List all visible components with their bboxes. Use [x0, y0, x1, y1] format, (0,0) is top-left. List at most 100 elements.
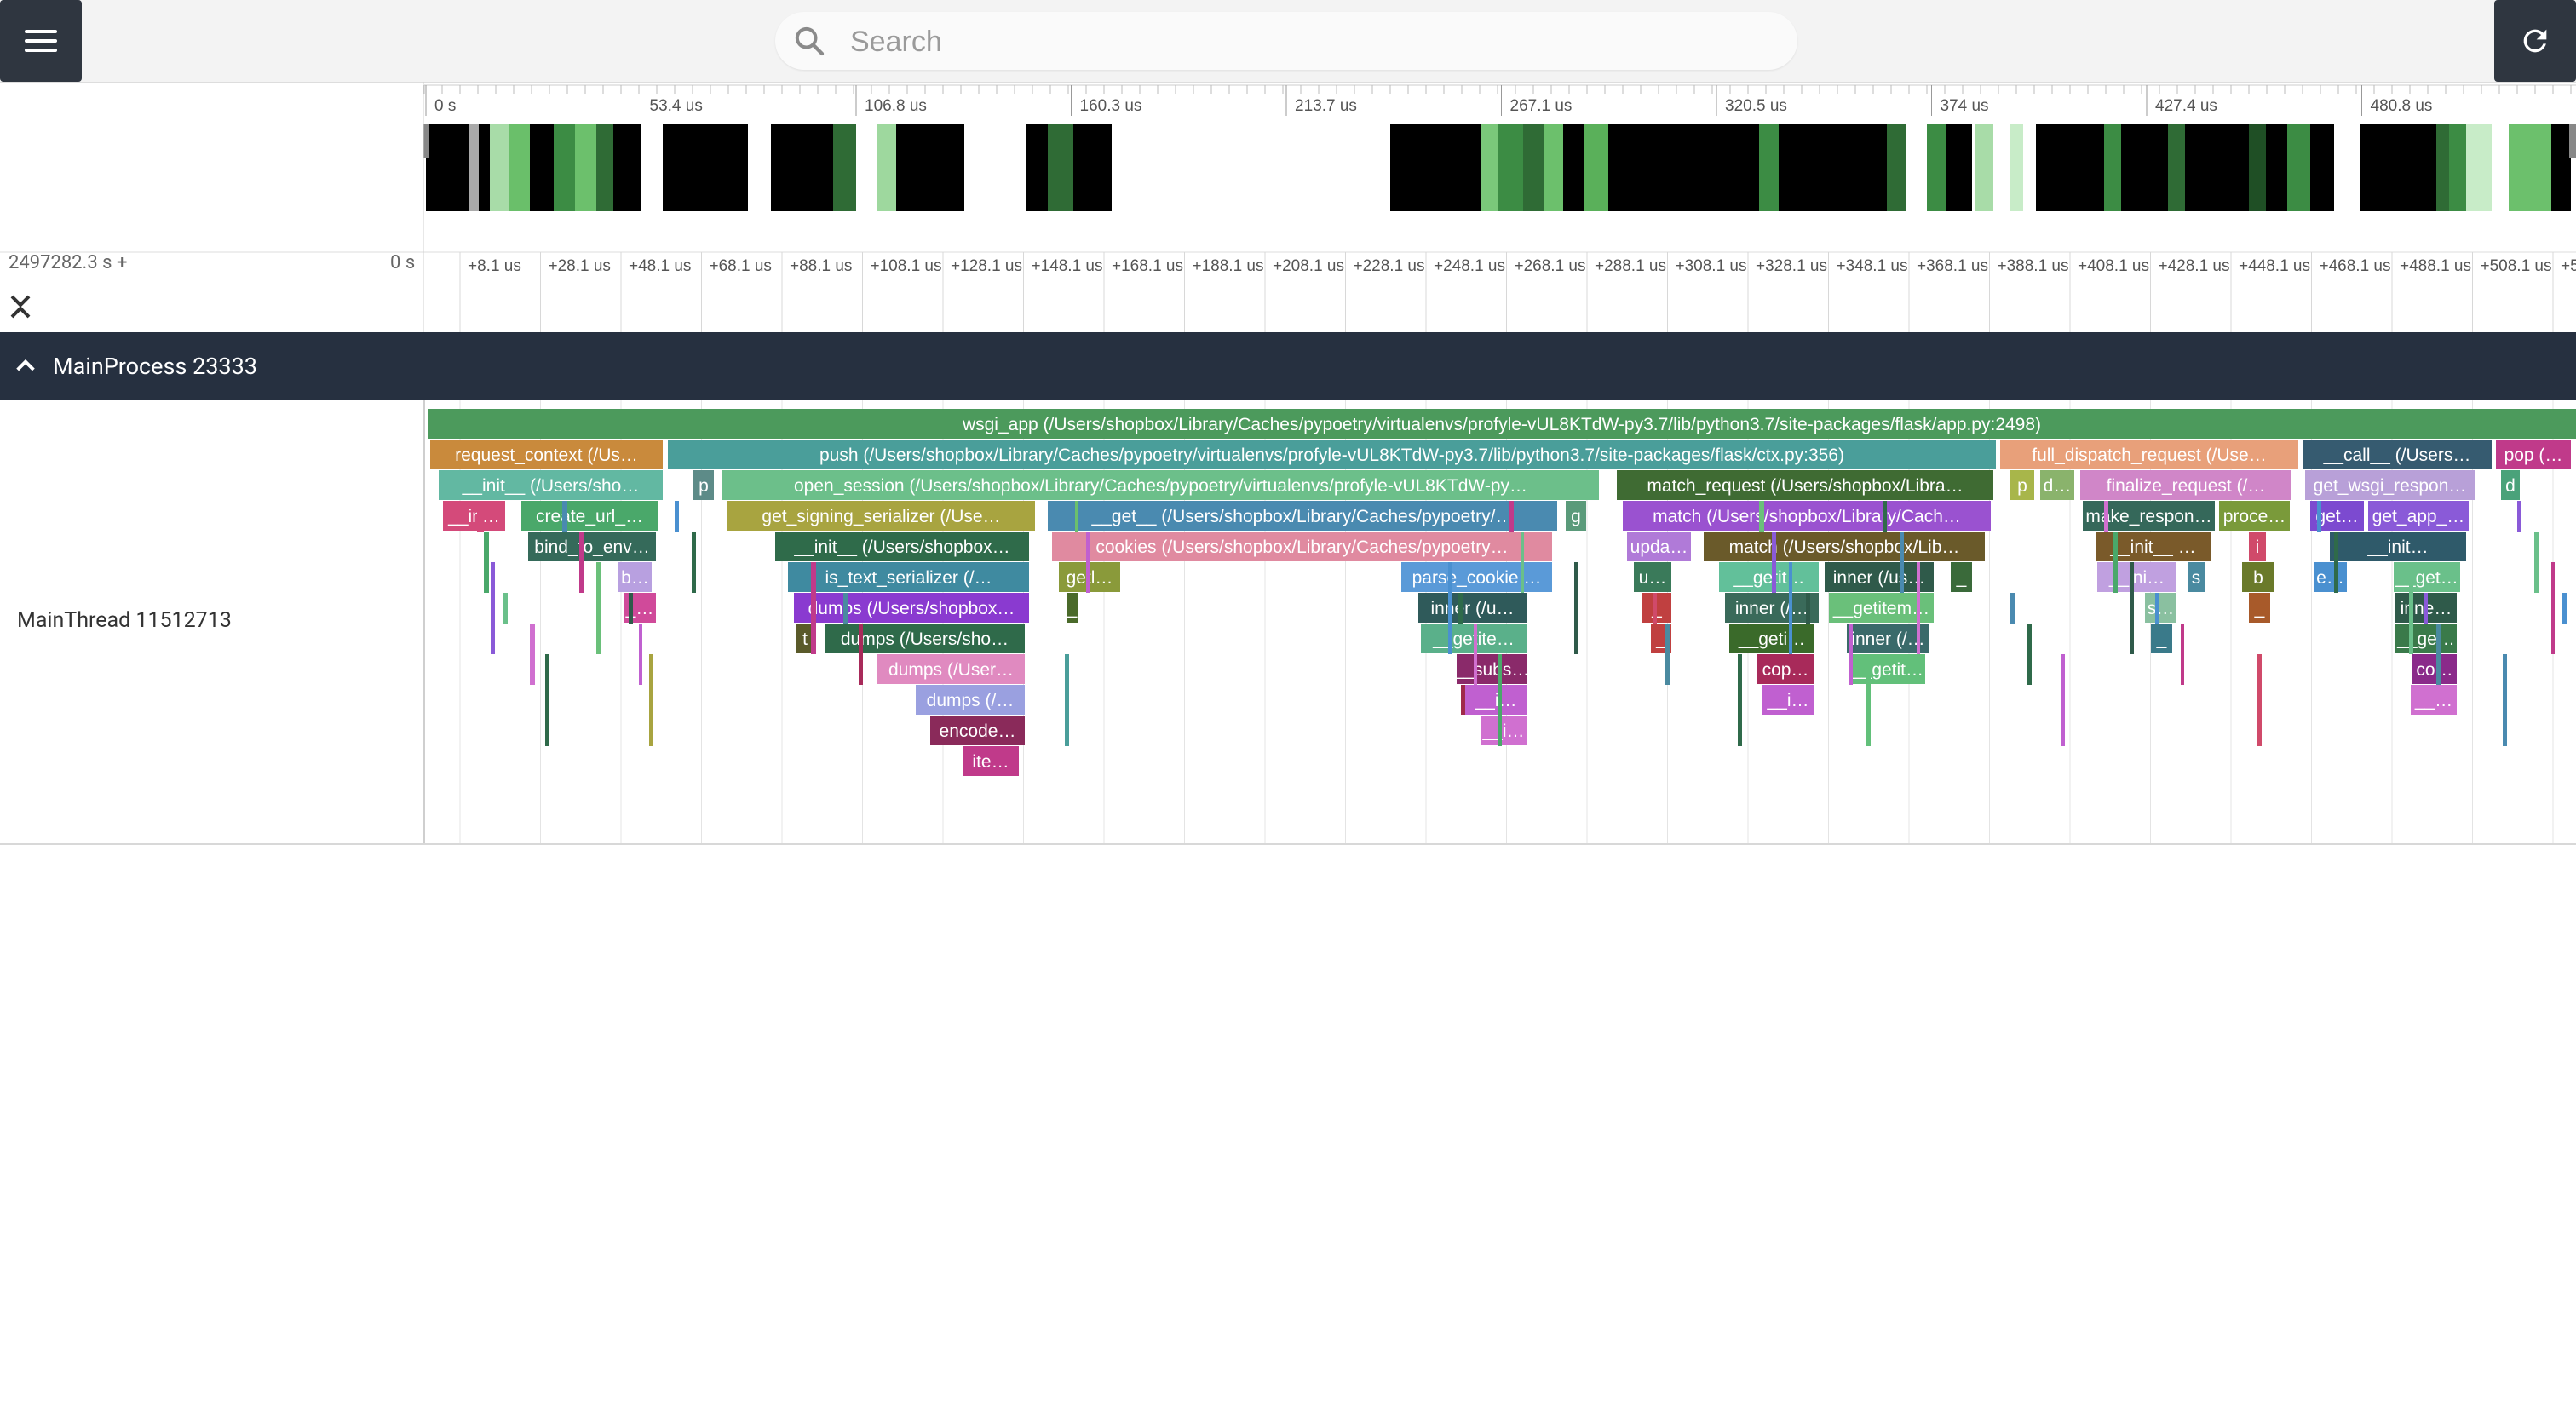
flame-frame-label: inner (/…: [1851, 629, 1924, 649]
flame-frame[interactable]: dumps (/Users/sho…: [825, 624, 1025, 653]
timeline-overview[interactable]: 0 s 53.4 us 106.8 us 160.3 us 213.7 us 267.1 …: [0, 82, 2576, 332]
flame-frame[interactable]: __call__ (/Users…: [2303, 440, 2492, 469]
flame-frame-label: dumps (/Users/shopbox…: [808, 599, 1015, 618]
flame-sliver: [530, 624, 535, 685]
activity-band: [1927, 124, 1946, 211]
flame-frame[interactable]: __in…: [443, 501, 505, 531]
flame-frame[interactable]: make_respon…: [2083, 501, 2215, 531]
refresh-icon[interactable]: [2494, 0, 2576, 82]
process-title: MainProcess 23333: [53, 353, 257, 380]
flame-sliver: [2517, 501, 2521, 532]
timeline-overview-canvas[interactable]: 0 s 53.4 us 106.8 us 160.3 us 213.7 us 267.1 …: [0, 82, 2576, 332]
flame-frame[interactable]: wsgi_app (/Users/shopbox/Library/Caches/…: [428, 409, 2576, 439]
detail-tick-label: +168.1 us: [1112, 257, 1183, 275]
flame-frame[interactable]: inner (/u…: [1418, 593, 1527, 623]
flame-frame[interactable]: b: [2242, 562, 2274, 592]
flame-frame[interactable]: dumps (/Users/shopbox…: [794, 593, 1029, 623]
search-input[interactable]: [848, 12, 1772, 72]
hamburger-menu-icon[interactable]: [0, 0, 82, 82]
activity-band: [575, 124, 596, 211]
flame-frame[interactable]: match_request (/Users/shopbox/Libra…: [1617, 470, 1993, 500]
activity-band: [877, 124, 896, 211]
flame-frame-label: _: [1067, 599, 1078, 618]
flame-sliver: [2155, 593, 2159, 624]
flame-sliver: [2113, 532, 2118, 593]
process-header[interactable]: MainProcess 23333: [0, 332, 2576, 400]
flame-frame[interactable]: encode…: [930, 716, 1025, 745]
flame-frame[interactable]: __i…: [1481, 716, 1527, 745]
flame-frame[interactable]: __getit…: [1719, 562, 1819, 592]
flame-frame[interactable]: _…: [624, 593, 656, 623]
flame-frame[interactable]: cop…: [1757, 654, 1814, 684]
flame-frame[interactable]: dumps (/…: [916, 685, 1025, 715]
flame-frame[interactable]: get_signing_serializer (/Use…: [727, 501, 1035, 531]
flame-frame[interactable]: match (/Users/shopbox/Library/Cach…: [1623, 501, 1991, 531]
flame-frame[interactable]: __geti…: [1729, 624, 1814, 653]
flame-sliver: [2562, 593, 2567, 624]
flame-frame[interactable]: u…: [1634, 562, 1671, 592]
flame-sliver: [503, 593, 508, 624]
flame-frame[interactable]: pop (…: [2496, 440, 2571, 469]
search-bar[interactable]: [775, 12, 1797, 72]
flame-frame[interactable]: __get…: [2394, 562, 2460, 592]
flame-frame[interactable]: __init__ (/Users/sho…: [439, 470, 663, 500]
flame-frame[interactable]: upda…: [1627, 532, 1691, 561]
flame-frame[interactable]: __ge…: [2395, 624, 2457, 653]
flame-frame[interactable]: __…: [2411, 685, 2457, 715]
detail-tick-label: +108.1 us: [871, 257, 942, 275]
flame-frame[interactable]: dumps (/User…: [877, 654, 1025, 684]
flame-frame-label: b…: [621, 568, 649, 588]
collapse-expand-icon[interactable]: [9, 291, 32, 322]
chevron-up-icon[interactable]: [12, 353, 39, 380]
flame-frame[interactable]: ite…: [963, 746, 1019, 776]
flame-frame[interactable]: is_text_serializer (/…: [788, 562, 1029, 592]
flame-frame[interactable]: co…: [2412, 654, 2457, 684]
flame-frame[interactable]: _: [2151, 624, 2172, 653]
flame-frame[interactable]: __subs…: [1453, 654, 1530, 684]
flame-frame-label: __getitem…: [1832, 599, 1929, 618]
flame-frame[interactable]: __get__ (/Users/shopbox/Library/Caches/p…: [1048, 501, 1557, 531]
flame-frame[interactable]: create_url_…: [521, 501, 658, 531]
flame-sliver: [491, 562, 495, 654]
flame-frame[interactable]: bind_to_env…: [528, 532, 656, 561]
flame-frame[interactable]: _: [1067, 593, 1078, 623]
flame-frame[interactable]: request_context (/Us…: [430, 440, 663, 469]
activity-band: [1481, 124, 1498, 211]
flame-frame[interactable]: __i…: [1762, 685, 1814, 715]
flame-frame[interactable]: full_dispatch_request (/Use…: [2000, 440, 2298, 469]
activity-band: [896, 124, 964, 211]
detail-tick-label: +328.1 us: [1756, 257, 1827, 275]
flame-frame[interactable]: match (/Users/shopbox/Lib…: [1704, 532, 1985, 561]
flame-frame[interactable]: proce…: [2219, 501, 2290, 531]
flame-frame[interactable]: __init__ (/Users/shopbox…: [775, 532, 1029, 561]
activity-band: [2360, 124, 2436, 211]
flame-frame[interactable]: __i…: [1465, 685, 1527, 715]
flame-frame[interactable]: inner (/…: [1725, 593, 1819, 623]
flame-frame[interactable]: __init…: [2330, 532, 2466, 561]
flame-frame[interactable]: __getit…: [1850, 654, 1925, 684]
flame-frame[interactable]: _: [2249, 593, 2270, 623]
flame-frame-label: __init__ (/Users/shopbox…: [793, 537, 1009, 557]
flame-frame[interactable]: parse_cookie …: [1401, 562, 1552, 592]
flame-frame[interactable]: open_session (/Users/shopbox/Library/Cac…: [722, 470, 1599, 500]
flame-frame[interactable]: p: [693, 470, 714, 500]
flame-frame[interactable]: cookies (/Users/shopbox/Library/Caches/p…: [1052, 532, 1552, 561]
flame-frame[interactable]: push (/Users/shopbox/Library/Caches/pypo…: [668, 440, 1996, 469]
flame-frame[interactable]: get_wsgi_respon…: [2305, 470, 2475, 500]
flame-frame[interactable]: p: [2010, 470, 2034, 500]
flame-frame[interactable]: b…: [618, 562, 652, 592]
flame-frame[interactable]: _: [1951, 562, 1972, 592]
flame-frame[interactable]: g: [1566, 501, 1586, 531]
flame-frame[interactable]: d: [2501, 470, 2520, 500]
flame-sliver: [1917, 562, 1920, 654]
flame-frame[interactable]: s…: [2145, 593, 2176, 623]
flame-frame[interactable]: get_app_…: [2368, 501, 2469, 531]
flame-frame[interactable]: e…: [2314, 562, 2347, 592]
flame-frame[interactable]: d…: [2040, 470, 2074, 500]
flame-frame[interactable]: s: [2188, 562, 2205, 592]
flame-frame[interactable]: __ini…: [2097, 562, 2176, 592]
flame-frame-label: is_text_serializer (/…: [825, 568, 992, 588]
flame-graph[interactable]: wsgi_app (/Users/shopbox/Library/Caches/…: [0, 400, 2576, 843]
flame-frame[interactable]: finalize_request (/…: [2080, 470, 2291, 500]
flame-frame[interactable]: i: [2249, 532, 2266, 561]
